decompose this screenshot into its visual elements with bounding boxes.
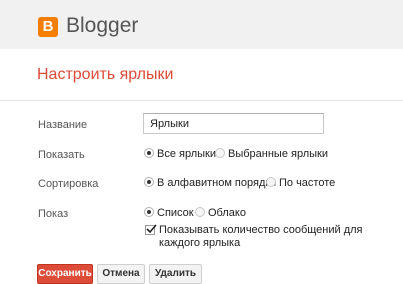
sort-alpha-option[interactable]: В алфавитном порядке	[144, 177, 276, 189]
radio-unchecked-icon[interactable]	[266, 177, 276, 187]
display-cloud-option[interactable]: Облако	[195, 207, 246, 219]
display-list-label: Список	[157, 207, 194, 219]
blogger-logo-letter: B	[42, 18, 54, 35]
name-label: Название	[38, 119, 88, 131]
sort-alpha-label: В алфавитном порядке	[157, 177, 277, 189]
blogger-logo-icon[interactable]: B	[38, 17, 58, 37]
radio-checked-icon[interactable]	[144, 177, 154, 187]
display-list-option[interactable]: Список	[144, 207, 194, 219]
brand-name[interactable]: Blogger	[66, 14, 138, 38]
post-count-checkbox[interactable]	[145, 224, 157, 235]
show-selected-label: Выбранные ярлыки	[228, 148, 328, 160]
sort-label: Сортировка	[38, 178, 99, 190]
show-all-label: Все ярлыки	[157, 148, 216, 160]
radio-checked-icon[interactable]	[144, 207, 154, 217]
divider	[0, 100, 403, 101]
radio-checked-icon[interactable]	[144, 148, 154, 158]
radio-unchecked-icon[interactable]	[195, 207, 205, 217]
radio-unchecked-icon[interactable]	[215, 148, 225, 158]
sort-frequency-label: По частоте	[279, 177, 336, 189]
page-title: Настроить ярлыки	[37, 66, 174, 83]
post-count-label: Показывать количество сообщений для кажд…	[159, 224, 363, 249]
show-selected-option[interactable]: Выбранные ярлыки	[215, 148, 328, 160]
show-all-option[interactable]: Все ярлыки	[144, 148, 216, 160]
save-button[interactable]: Сохранить	[37, 264, 93, 284]
show-label: Показать	[38, 149, 85, 161]
checkmark-icon	[146, 224, 157, 234]
sort-frequency-option[interactable]: По частоте	[266, 177, 335, 189]
display-label: Показ	[38, 208, 69, 220]
delete-button[interactable]: Удалить	[149, 264, 202, 284]
top-bar: B Blogger	[0, 0, 403, 49]
cancel-button[interactable]: Отмена	[97, 264, 145, 284]
name-input[interactable]	[143, 113, 324, 134]
display-cloud-label: Облако	[208, 207, 246, 219]
